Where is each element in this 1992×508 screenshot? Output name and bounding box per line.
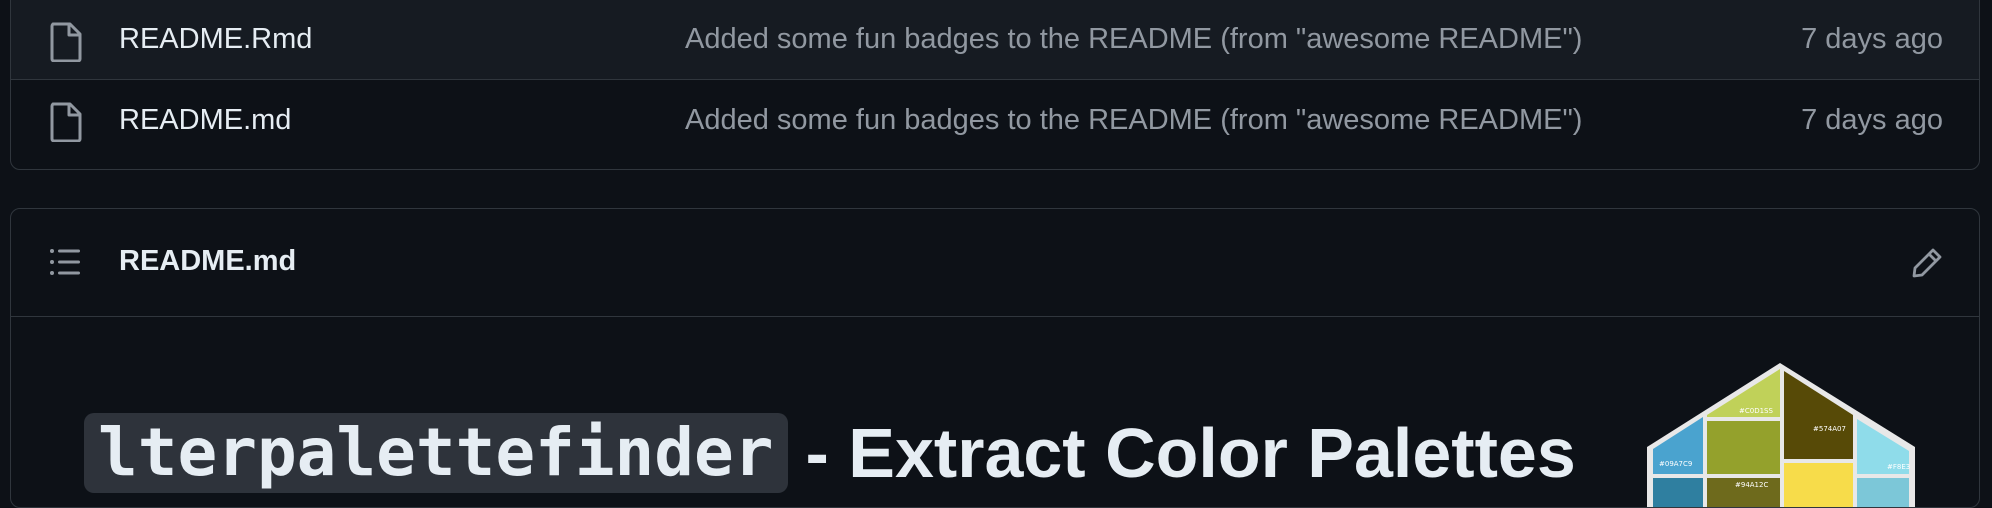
file-name-link[interactable]: README.md bbox=[119, 104, 291, 137]
file-icon bbox=[50, 22, 82, 62]
heading-text: - Extract Color Palettes bbox=[805, 414, 1576, 492]
commit-age[interactable]: 7 days ago bbox=[1801, 104, 1943, 137]
table-of-contents-icon[interactable] bbox=[49, 247, 81, 277]
pencil-edit-icon[interactable] bbox=[1911, 247, 1943, 279]
logo-label: #F8E3 bbox=[1887, 463, 1910, 471]
file-icon bbox=[50, 102, 82, 142]
logo-label: #574A07 bbox=[1813, 425, 1846, 433]
readme-heading: lterpalettefinder - Extract Color Palett… bbox=[84, 413, 1576, 493]
file-row[interactable]: README.Rmd Added some fun badges to the … bbox=[11, 0, 1979, 80]
readme-header: README.md bbox=[11, 209, 1979, 317]
commit-message-link[interactable]: Added some fun badges to the README (fro… bbox=[685, 23, 1582, 56]
commit-age[interactable]: 7 days ago bbox=[1801, 23, 1943, 56]
logo-label: #C0D1SS bbox=[1739, 407, 1773, 415]
file-name-link[interactable]: README.Rmd bbox=[119, 23, 312, 56]
package-logo-image: #09A7C9 #C0D1SS #574A07 #94A12C #F8E3 bbox=[1647, 363, 1915, 507]
readme-panel: README.md lterpalettefinder - Extract Co… bbox=[10, 208, 1980, 508]
commit-message-link[interactable]: Added some fun badges to the README (fro… bbox=[685, 104, 1582, 137]
file-row[interactable]: README.md Added some fun badges to the R… bbox=[11, 80, 1979, 161]
logo-label: #09A7C9 bbox=[1659, 460, 1692, 468]
readme-title[interactable]: README.md bbox=[119, 245, 296, 278]
file-list: README.Rmd Added some fun badges to the … bbox=[10, 0, 1980, 170]
package-name-code: lterpalettefinder bbox=[84, 413, 788, 493]
